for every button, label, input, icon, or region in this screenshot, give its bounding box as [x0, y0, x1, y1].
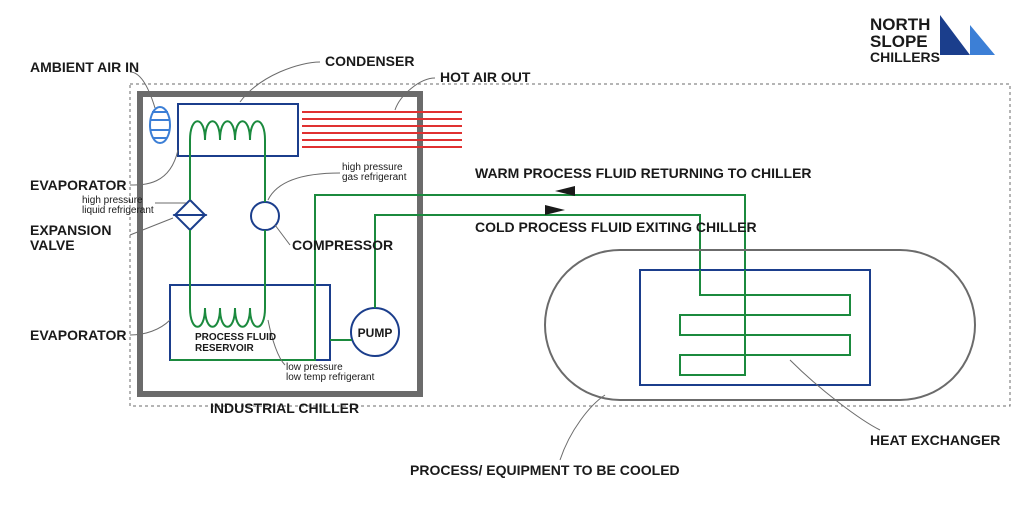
- leader-comp: [275, 225, 290, 245]
- hot-air-lines: [302, 112, 462, 147]
- leader-hex: [790, 360, 880, 430]
- heat-exchanger-label: HEAT EXCHANGER: [870, 432, 1000, 448]
- heat-exchanger: [640, 270, 870, 385]
- cold-fluid-label: COLD PROCESS FLUID EXITING CHILLER: [475, 219, 757, 235]
- hot-air-label: HOT AIR OUT: [440, 69, 531, 85]
- leader-process: [560, 395, 605, 460]
- process-equipment-label: PROCESS/ EQUIPMENT TO BE COOLED: [410, 462, 680, 478]
- industrial-chiller-label: INDUSTRIAL CHILLER: [210, 400, 359, 416]
- expansion-valve-label1: EXPANSION: [30, 222, 111, 238]
- lp-ref-label2: low temp refrigerant: [286, 372, 375, 383]
- leader-expv: [130, 218, 173, 235]
- hp-gas-label2: gas refrigerant: [342, 172, 407, 183]
- process-vessel: [545, 250, 975, 400]
- ambient-air-label: AMBIENT AIR IN: [30, 59, 139, 75]
- expansion-valve-icon: [175, 200, 205, 230]
- compressor-icon: [251, 202, 279, 230]
- condenser-label: CONDENSER: [325, 53, 414, 69]
- reservoir-label1: PROCESS FLUID: [195, 332, 276, 343]
- system-boundary: [130, 84, 1010, 406]
- hp-liquid-label2: liquid refrigerant: [82, 205, 154, 216]
- evaporator-coil: [190, 285, 265, 327]
- pump-icon: PUMP: [351, 308, 399, 356]
- evaporator1-label: EVAPORATOR: [30, 177, 126, 193]
- compressor-label: COMPRESSOR: [292, 237, 393, 253]
- logo-l3: CHILLERS: [870, 49, 940, 65]
- warm-fluid-label: WARM PROCESS FLUID RETURNING TO CHILLER: [475, 165, 812, 181]
- brand-logo: NORTH SLOPE CHILLERS: [870, 15, 995, 65]
- condenser-coil: [190, 121, 265, 156]
- reservoir-label2: RESERVOIR: [195, 343, 254, 354]
- expansion-valve-label2: VALVE: [30, 237, 75, 253]
- evaporator2-label: EVAPORATOR: [30, 327, 126, 343]
- svg-text:PUMP: PUMP: [358, 326, 393, 340]
- arrow-cold-icon: [545, 205, 565, 215]
- leader-evap2: [130, 320, 170, 335]
- ambient-fan-icon: [150, 107, 170, 143]
- condenser-box: [178, 104, 298, 156]
